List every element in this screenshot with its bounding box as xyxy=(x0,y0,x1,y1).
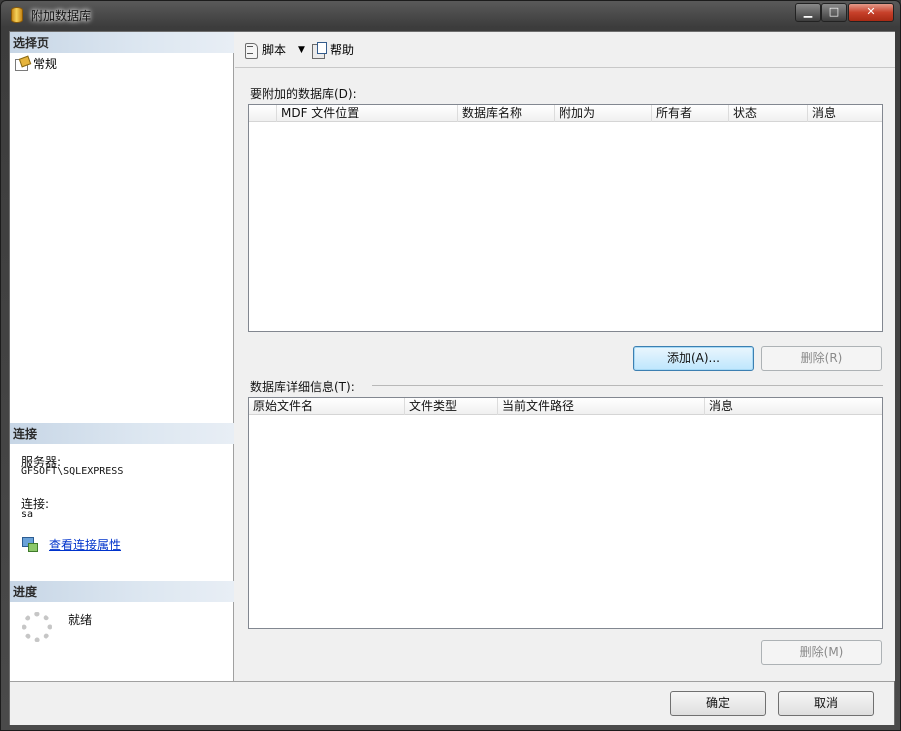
attach-grid-header: MDF 文件位置 数据库名称 附加为 所有者 状态 消息 xyxy=(249,105,882,122)
column-header-select[interactable] xyxy=(249,105,277,122)
details-group-label: 数据库详细信息(T): xyxy=(250,380,355,394)
remove-details-button[interactable]: 删除(M) xyxy=(761,640,882,665)
column-header-original-file[interactable]: 原始文件名 xyxy=(249,398,405,415)
close-button[interactable]: ✕ xyxy=(848,3,894,22)
maximize-button[interactable]: □ xyxy=(821,3,847,22)
select-page-header: 选择页 xyxy=(10,32,234,53)
dialog-client-area: 选择页 常规 连接 服务器: GFSOFT\SQLEXPRESS 连接: sa … xyxy=(9,31,895,725)
remove-attach-button[interactable]: 删除(R) xyxy=(761,346,882,371)
server-value: GFSOFT\SQLEXPRESS xyxy=(21,466,124,477)
view-connection-properties-link[interactable]: 查看连接属性 xyxy=(49,536,121,553)
help-icon xyxy=(311,41,327,59)
column-header-mdf-location[interactable]: MDF 文件位置 xyxy=(277,105,458,122)
close-icon: ✕ xyxy=(866,5,876,18)
maximize-icon: □ xyxy=(828,5,840,18)
details-grid-header: 原始文件名 文件类型 当前文件路径 消息 xyxy=(249,398,882,415)
nav-item-general[interactable]: 常规 xyxy=(14,54,57,72)
progress-status: 就绪 xyxy=(68,613,93,627)
progress-spinner-icon xyxy=(22,612,52,642)
column-header-current-path[interactable]: 当前文件路径 xyxy=(498,398,705,415)
window-title: 附加数据库 xyxy=(31,9,92,23)
script-label: 脚本 xyxy=(262,43,287,57)
database-details-grid[interactable]: 原始文件名 文件类型 当前文件路径 消息 xyxy=(248,397,883,629)
attach-group-label: 要附加的数据库(D): xyxy=(250,87,357,101)
column-header-db-name[interactable]: 数据库名称 xyxy=(458,105,555,122)
help-button[interactable]: 帮助 xyxy=(309,39,356,61)
column-header-status[interactable]: 状态 xyxy=(729,105,808,122)
minimize-icon: ▁ xyxy=(803,5,813,18)
database-icon xyxy=(11,7,23,23)
nav-item-label: 常规 xyxy=(33,56,58,71)
title-bar[interactable]: 附加数据库 ▁ □ ✕ xyxy=(1,1,900,29)
right-pane: 脚本 ▼ 帮助 要附加的数据库(D): MDF 文件位置 数据库名称 附加为 所… xyxy=(235,32,895,681)
script-dropdown-arrow-icon[interactable]: ▼ xyxy=(298,45,305,55)
connection-properties-icon xyxy=(21,536,39,552)
column-header-owner[interactable]: 所有者 xyxy=(652,105,729,122)
column-header-attach-as[interactable]: 附加为 xyxy=(555,105,652,122)
column-header-file-type[interactable]: 文件类型 xyxy=(405,398,498,415)
column-header-message[interactable]: 消息 xyxy=(808,105,882,122)
page-icon xyxy=(14,57,29,71)
script-button[interactable]: 脚本 xyxy=(241,39,288,61)
cancel-button[interactable]: 取消 xyxy=(778,691,874,716)
add-button[interactable]: 添加(A)... xyxy=(633,346,754,371)
dialog-footer: 确定 取消 xyxy=(10,681,894,725)
ok-button[interactable]: 确定 xyxy=(670,691,766,716)
minimize-button[interactable]: ▁ xyxy=(795,3,821,22)
connection-value: sa xyxy=(21,509,34,520)
connection-header: 连接 xyxy=(10,423,234,444)
left-pane: 选择页 常规 连接 服务器: GFSOFT\SQLEXPRESS 连接: sa … xyxy=(10,32,234,681)
progress-header: 进度 xyxy=(10,581,234,602)
column-header-details-message[interactable]: 消息 xyxy=(705,398,882,415)
attach-databases-grid[interactable]: MDF 文件位置 数据库名称 附加为 所有者 状态 消息 xyxy=(248,104,883,332)
details-group-divider xyxy=(372,385,883,386)
script-icon xyxy=(243,42,259,59)
help-label: 帮助 xyxy=(329,43,354,57)
attach-database-window: 附加数据库 ▁ □ ✕ 选择页 常规 连接 服务器: GFSOFT\SQLEXP… xyxy=(0,0,901,731)
toolbar: 脚本 ▼ 帮助 xyxy=(235,32,895,68)
